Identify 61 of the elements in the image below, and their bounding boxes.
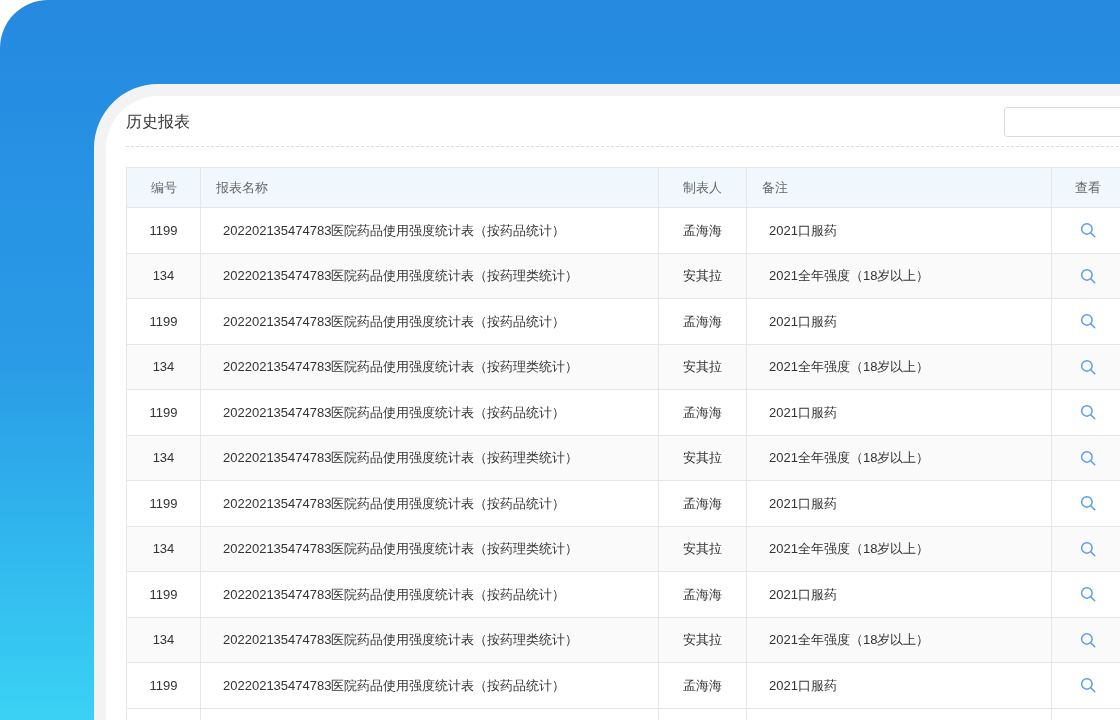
table-cell: 134 [127, 253, 201, 298]
table-cell: 202202135474783医院药品使用强度统计表（按药品统计） [201, 663, 659, 708]
table-cell: 2021口服药 [747, 390, 1052, 435]
table-cell: 202202135474783医院药品使用强度统计表（按药理类统计） [201, 253, 659, 298]
search-icon[interactable] [1078, 539, 1097, 558]
search-icon[interactable] [1078, 266, 1097, 285]
table-cell: 202202135474783医院药品使用强度统计表（按药理类统计） [201, 344, 659, 389]
table-cell: 2021全年强度（18岁以上） [747, 435, 1052, 480]
table-cell: 安其拉 [659, 344, 747, 389]
table-cell: 202202135474783医院药品使用强度统计表（按药理类统计） [201, 526, 659, 571]
search-icon[interactable] [1078, 221, 1097, 240]
table-cell: 1199 [127, 208, 201, 253]
table-cell: 134 [127, 435, 201, 480]
table-cell: 202202135474783医院药品使用强度统计表（按药理类统计） [201, 617, 659, 662]
table-cell: 2021全年强度（18岁以上） [747, 253, 1052, 298]
search-icon[interactable] [1078, 448, 1097, 467]
table-cell: 202202135474783医院药品使用强度统计表（按药理类统计） [201, 435, 659, 480]
page-title: 历史报表 [126, 112, 190, 132]
search-icon[interactable] [1078, 357, 1097, 376]
table-cell: 202202135474783医院药品使用强度统计表（按药品统计） [201, 572, 659, 617]
table-cell: 2021口服药 [747, 663, 1052, 708]
table-cell: 2021全年强度（18岁以上） [747, 526, 1052, 571]
table-cell: 孟海海 [659, 390, 747, 435]
table-cell: 2021全年强度（18岁以上） [747, 344, 1052, 389]
table-cell: 1199 [127, 481, 201, 526]
table-cell: 安其拉 [659, 526, 747, 571]
table-cell: 202202135474783医院药品使用强度统计表（按药品统计） [201, 481, 659, 526]
table-cell: 202202135474783医院药品使用强度统计表（按药品统计） [201, 299, 659, 344]
table-cell: 1199 [127, 390, 201, 435]
table-cell: 2021口服药 [747, 299, 1052, 344]
table-cell: 孟海海 [659, 663, 747, 708]
table-cell: 1199 [127, 572, 201, 617]
table-cell: 安其拉 [659, 435, 747, 480]
table-cell: 134 [127, 344, 201, 389]
table-cell: 1199 [127, 299, 201, 344]
search-icon[interactable] [1078, 585, 1097, 604]
table-cell: 202202135474783医院药品使用强度统计表（按药品统计） [201, 208, 659, 253]
search-icon[interactable] [1078, 494, 1097, 513]
column-header: 查看 [1052, 168, 1120, 207]
table-cell: 安其拉 [659, 253, 747, 298]
table-cell: 孟海海 [659, 572, 747, 617]
table-cell: 2021全年强度（18岁以上） [747, 617, 1052, 662]
table-cell: 202202135474783医院药品使用强度统计表（按药品统计） [201, 390, 659, 435]
table-cell: 安其拉 [659, 617, 747, 662]
table-cell: 孟海海 [659, 299, 747, 344]
search-icon[interactable] [1078, 312, 1097, 331]
table-cell: 1199 [127, 663, 201, 708]
table-cell: 134 [127, 526, 201, 571]
table-cell: 孟海海 [659, 208, 747, 253]
search-icon[interactable] [1078, 676, 1097, 695]
column-header: 编号 [127, 168, 201, 207]
table-cell: 2021口服药 [747, 481, 1052, 526]
table-cell: 2021口服药 [747, 208, 1052, 253]
column-header: 制表人 [659, 168, 747, 207]
search-icon[interactable] [1078, 630, 1097, 649]
table-cell: 134 [127, 617, 201, 662]
table-cell: 孟海海 [659, 481, 747, 526]
search-icon[interactable] [1078, 403, 1097, 422]
table-cell: 2021口服药 [747, 572, 1052, 617]
column-header: 报表名称 [201, 168, 659, 207]
column-header: 备注 [747, 168, 1052, 207]
